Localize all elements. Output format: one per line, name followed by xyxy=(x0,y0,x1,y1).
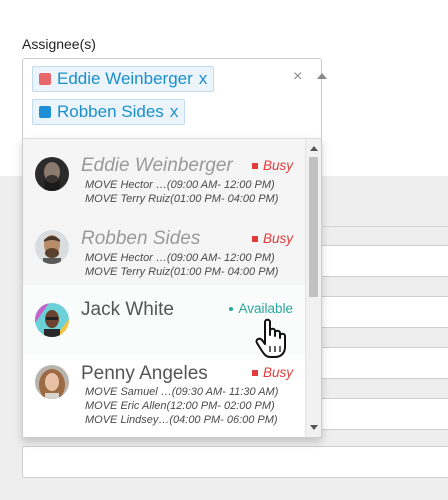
available-icon xyxy=(229,306,234,311)
list-item: Robben Sides Busy MOVE Hector …(09:00 AM… xyxy=(23,212,305,285)
clear-icon[interactable]: × xyxy=(293,68,302,86)
list-item[interactable]: Penny Angeles Busy MOVE Samuel …(09:30 A… xyxy=(23,355,305,437)
option-name: Jack White xyxy=(81,299,174,320)
color-swatch xyxy=(39,106,51,118)
option-name: Eddie Weinberger xyxy=(81,155,233,176)
move-entry: MOVE Terry Ruiz(01:00 PM- 04:00 PM) xyxy=(85,266,279,278)
divider xyxy=(300,226,448,227)
move-entry: MOVE Lindsey…(04:00 PM- 06:00 PM) xyxy=(85,414,278,426)
scroll-up-icon[interactable] xyxy=(310,146,318,151)
scroll-down-icon[interactable] xyxy=(310,425,318,430)
move-entry: MOVE Samuel …(09:30 AM- 11:30 AM) xyxy=(85,386,279,398)
avatar xyxy=(35,230,69,264)
color-swatch xyxy=(39,73,51,85)
remove-tag-icon[interactable]: x xyxy=(170,102,179,122)
busy-icon xyxy=(251,369,258,376)
busy-icon xyxy=(251,162,258,169)
scroll-thumb[interactable] xyxy=(309,157,318,297)
option-name: Penny Angeles xyxy=(81,363,208,384)
busy-icon xyxy=(251,235,258,242)
avatar xyxy=(35,157,69,191)
tag-label: Eddie Weinberger xyxy=(57,69,193,88)
form-input[interactable] xyxy=(22,446,448,478)
assignees-label: Assignee(s) xyxy=(22,36,96,52)
remove-tag-icon[interactable]: x xyxy=(199,69,208,89)
hand-pointer-icon xyxy=(255,318,295,365)
status-badge: Busy xyxy=(251,365,293,380)
status-badge: Busy xyxy=(251,158,293,173)
scrollbar[interactable] xyxy=(305,139,321,437)
avatar xyxy=(35,365,69,399)
move-entry: MOVE Eric Allen(12:00 PM- 02:00 PM) xyxy=(85,400,275,412)
avatar xyxy=(35,303,69,337)
move-entry: MOVE Hector …(09:00 AM- 12:00 PM) xyxy=(85,252,275,264)
move-entry: MOVE Hector …(09:00 AM- 12:00 PM) xyxy=(85,179,275,191)
option-name: Robben Sides xyxy=(81,228,201,249)
assignee-select[interactable]: Eddie Weinberger x Robben Sides x × xyxy=(22,58,327,139)
tag-label: Robben Sides xyxy=(57,102,164,121)
status-badge: Busy xyxy=(251,231,293,246)
status-badge: Available xyxy=(229,301,293,316)
options-dropdown: Eddie Weinberger Busy MOVE Hector …(09:0… xyxy=(22,138,322,438)
list-item: Eddie Weinberger Busy MOVE Hector …(09:0… xyxy=(23,139,305,212)
chevron-up-icon[interactable] xyxy=(317,73,327,79)
selected-tag[interactable]: Robben Sides x xyxy=(32,99,186,125)
move-entry: MOVE Terry Ruiz(01:00 PM- 04:00 PM) xyxy=(85,193,279,205)
selected-tag[interactable]: Eddie Weinberger x xyxy=(32,66,215,92)
